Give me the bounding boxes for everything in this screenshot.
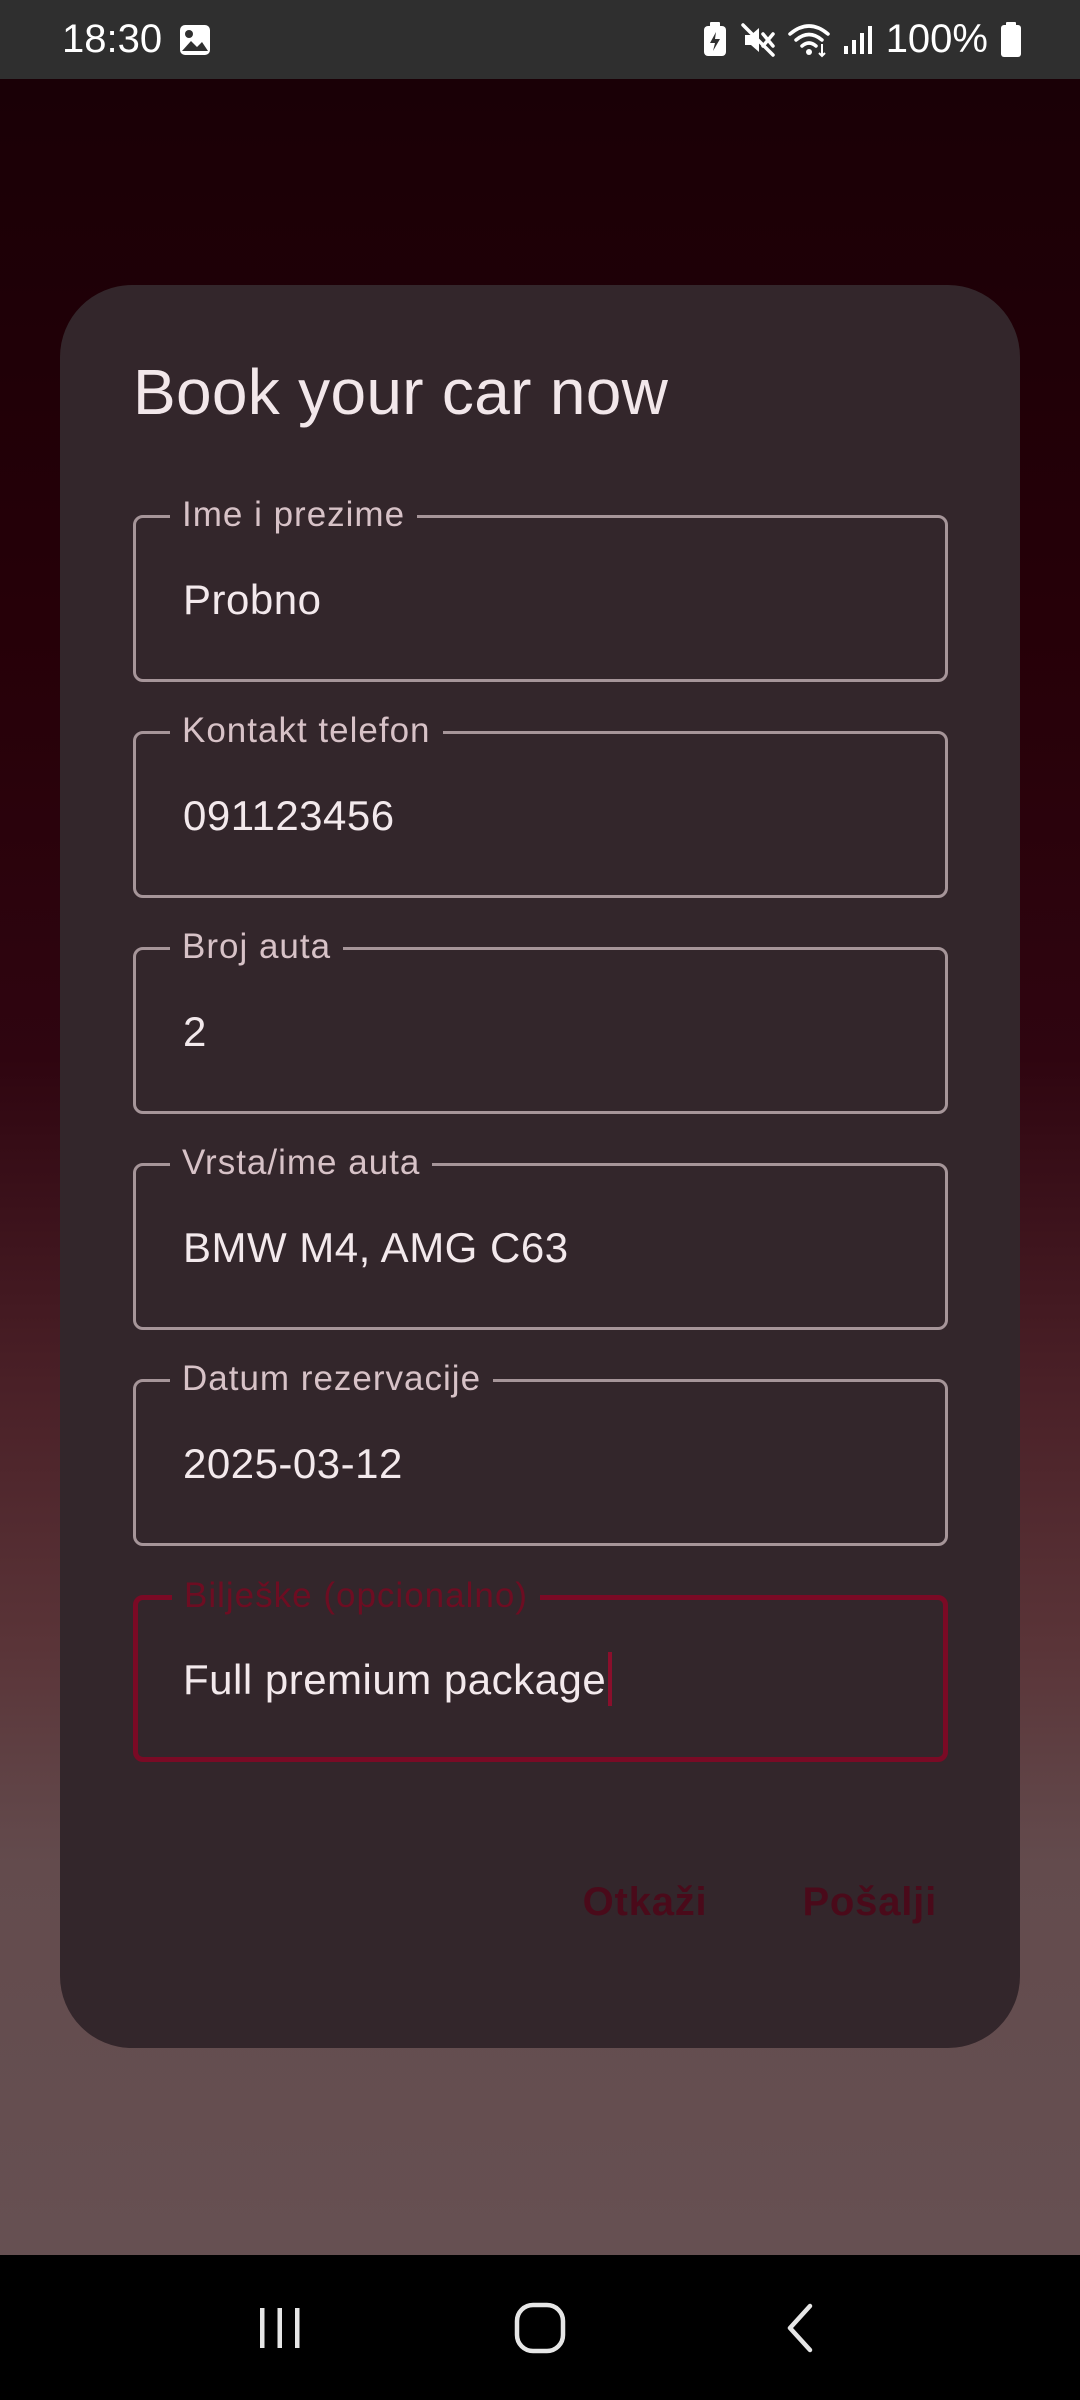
car-type-field[interactable]: Vrsta/ime auta BMW M4, AMG C63 — [133, 1139, 948, 1330]
car-count-field-label: Broj auta — [170, 923, 344, 971]
car-type-field-label: Vrsta/ime auta — [170, 1139, 433, 1187]
name-field-label: Ime i prezime — [170, 491, 418, 539]
name-field-value: Probno — [183, 576, 322, 623]
navigation-bar — [0, 2255, 1080, 2400]
text-caret — [608, 1652, 613, 1706]
phone-field[interactable]: Kontakt telefon 091123456 — [133, 707, 948, 898]
reservation-date-field-label: Datum rezervacije — [170, 1355, 494, 1403]
back-icon[interactable] — [740, 2278, 860, 2378]
car-count-field[interactable]: Broj auta 2 — [133, 923, 948, 1114]
signal-icon — [842, 24, 874, 56]
car-type-field-value: BMW M4, AMG C63 — [183, 1224, 569, 1271]
notes-field-label: Bilješke (opcionalno) — [172, 1572, 540, 1620]
reservation-date-field-value: 2025-03-12 — [183, 1440, 403, 1487]
status-bar: 18:30 100% — [0, 0, 1080, 79]
notes-field-value: Full premium package — [183, 1656, 607, 1703]
gallery-icon — [178, 23, 212, 57]
notes-field[interactable]: Bilješke (opcionalno) Full premium packa… — [133, 1572, 948, 1762]
phone-field-label: Kontakt telefon — [170, 707, 443, 755]
mute-icon — [740, 22, 776, 58]
booking-dialog: Book your car now Ime i prezime Probno K… — [60, 285, 1020, 2048]
dialog-actions: Otkaži Pošalji — [583, 1880, 937, 1925]
battery-percent: 100% — [885, 17, 988, 61]
reservation-date-field[interactable]: Datum rezervacije 2025-03-12 — [133, 1355, 948, 1546]
recents-icon[interactable] — [220, 2278, 340, 2378]
phone-field-value: 091123456 — [183, 792, 395, 839]
battery-saver-icon — [702, 21, 728, 58]
notes-field-value-wrap: Full premium package — [183, 1652, 613, 1708]
name-field[interactable]: Ime i prezime Probno — [133, 491, 948, 682]
home-icon[interactable] — [480, 2278, 600, 2378]
submit-button[interactable]: Pošalji — [802, 1880, 937, 1925]
cancel-button[interactable]: Otkaži — [583, 1880, 708, 1925]
wifi-icon — [787, 22, 830, 58]
car-count-field-value: 2 — [183, 1008, 207, 1055]
battery-icon — [1000, 21, 1022, 58]
status-time: 18:30 — [62, 17, 163, 61]
dialog-title: Book your car now — [133, 356, 669, 428]
